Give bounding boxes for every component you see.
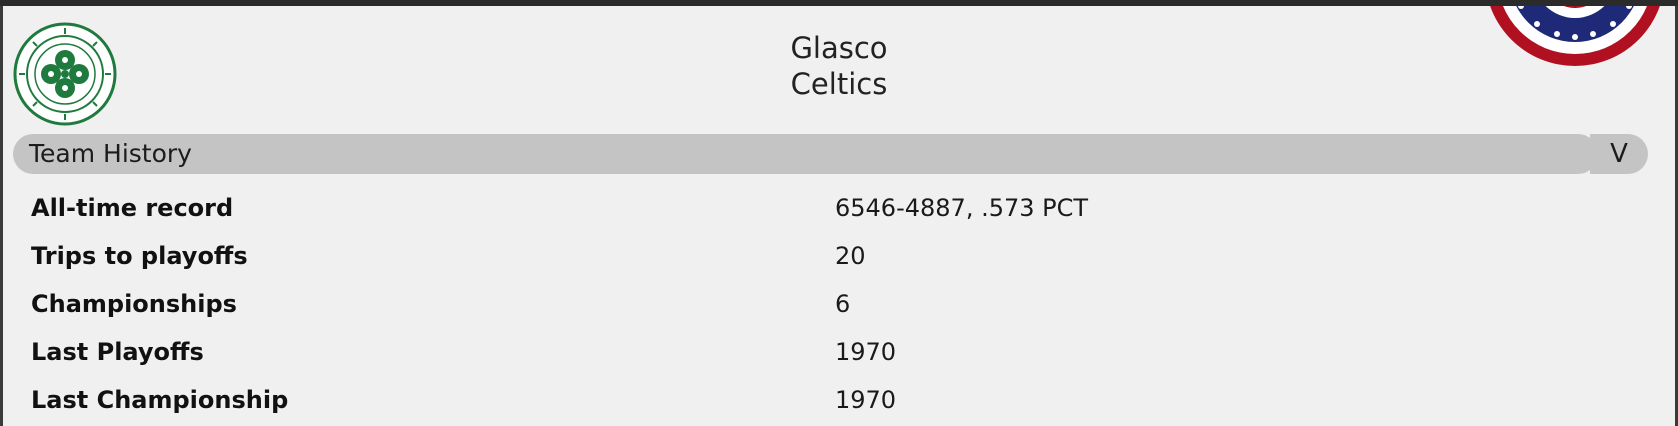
team-history-window: Glasco Celtics Team History V All-time r…: [0, 6, 1678, 426]
team-name: Celtics: [790, 67, 888, 101]
row-value: 20: [835, 242, 866, 270]
team-city: Glasco: [790, 31, 888, 65]
history-row-trips-to-playoffs: Trips to playoffs 20: [31, 232, 1631, 280]
history-row-last-championship: Last Championship 1970: [31, 376, 1631, 424]
row-label: All-time record: [31, 194, 234, 222]
history-row-championships: Championships 6: [31, 280, 1631, 328]
row-value: 6: [835, 290, 851, 318]
row-value: 6546-4887, .573 PCT: [835, 194, 1089, 222]
row-label: Last Championship: [31, 386, 289, 414]
row-label: Championships: [31, 290, 237, 318]
bunting-icon: [1475, 6, 1675, 116]
team-title: Glasco Celtics: [3, 30, 1675, 102]
row-label: Last Playoffs: [31, 338, 204, 366]
history-row-all-time-record: All-time record 6546-4887, .573 PCT: [31, 184, 1631, 232]
team-history-label: Team History: [29, 139, 192, 168]
collapse-toggle-button[interactable]: V: [1590, 134, 1648, 174]
row-label: Trips to playoffs: [31, 242, 248, 270]
team-history-list: All-time record 6546-4887, .573 PCT Trip…: [31, 184, 1631, 424]
history-row-last-playoffs: Last Playoffs 1970: [31, 328, 1631, 376]
row-value: 1970: [835, 338, 897, 366]
team-history-header[interactable]: Team History: [13, 134, 1598, 174]
row-value: 1970: [835, 386, 897, 414]
